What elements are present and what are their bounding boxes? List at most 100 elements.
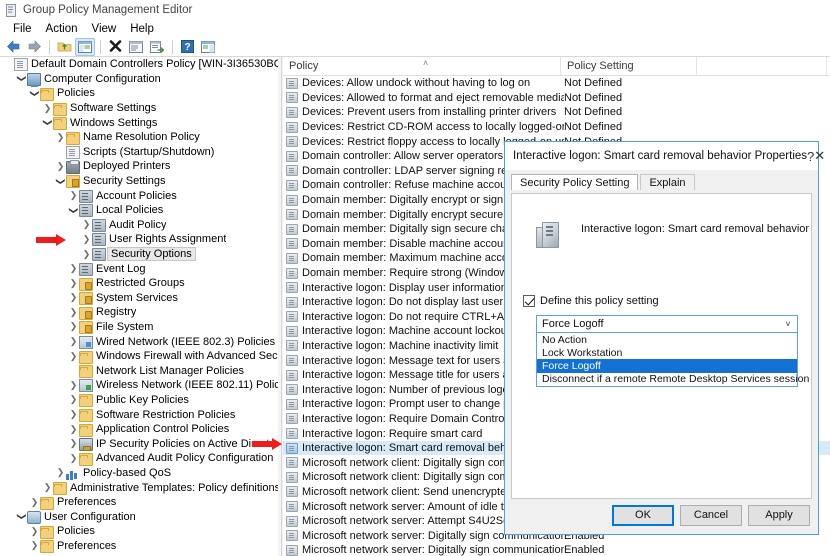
- table-row[interactable]: Microsoft network server: Digitally sign…: [283, 543, 830, 556]
- chevron-right-icon[interactable]: ❯: [68, 380, 79, 390]
- forward-arrow-icon[interactable]: [24, 38, 44, 56]
- dropdown-option[interactable]: Disconnect if a remote Remote Desktop Se…: [537, 373, 809, 386]
- chevron-down-icon[interactable]: ❯: [69, 205, 79, 216]
- tree-scrollbar[interactable]: [278, 57, 281, 556]
- removal-behavior-combobox[interactable]: Force Logoff ˅: [536, 315, 798, 333]
- console-tree-pane[interactable]: Default Domain Controllers Policy [WIN-3…: [0, 57, 282, 556]
- table-row[interactable]: Devices: Restrict CD-ROM access to local…: [283, 120, 830, 135]
- chevron-right-icon[interactable]: ❯: [29, 497, 40, 507]
- chevron-right-icon[interactable]: ❯: [68, 278, 79, 288]
- tree-item-software-settings[interactable]: ❯ Software Settings: [0, 101, 281, 116]
- chevron-right-icon[interactable]: ❯: [68, 337, 79, 346]
- tree-item-ip-security-policies-on-active-directory[interactable]: ❯IP Security Policies on Active Director…: [0, 436, 281, 451]
- chevron-right-icon[interactable]: ❯: [42, 103, 53, 113]
- chevron-right-icon[interactable]: ❯: [68, 453, 79, 463]
- chevron-right-icon[interactable]: ❯: [68, 322, 79, 331]
- tree-item-windows-settings[interactable]: ❯ Windows Settings: [0, 115, 281, 131]
- tree-item-security-settings[interactable]: ❯ Security Settings: [0, 174, 281, 189]
- tree-item-security-options[interactable]: ❯ Security Options: [0, 247, 281, 262]
- show-action-pane-icon[interactable]: [198, 38, 218, 56]
- policy-properties-dialog[interactable]: Interactive logon: Smart card removal be…: [504, 141, 825, 535]
- tree-item-account-policies[interactable]: ❯ Account Policies: [0, 188, 281, 203]
- show-hide-console-tree-icon[interactable]: [75, 37, 95, 56]
- chevron-right-icon[interactable]: ❯: [68, 395, 79, 404]
- ok-button[interactable]: OK: [612, 504, 674, 526]
- back-arrow-icon[interactable]: [3, 38, 23, 56]
- column-header-policy-setting[interactable]: Policy Setting: [561, 57, 697, 75]
- tree-item-name-resolution-policy[interactable]: ❯ Name Resolution Policy: [0, 130, 281, 145]
- tree-item-user-configuration[interactable]: ❯ User Configuration: [0, 509, 281, 524]
- dropdown-option[interactable]: No Action: [537, 333, 797, 346]
- help-icon[interactable]: ?: [177, 38, 197, 56]
- tree-item-policies[interactable]: ❯ Policies: [0, 86, 281, 101]
- chevron-right-icon[interactable]: ❯: [55, 468, 66, 477]
- define-policy-setting-checkbox[interactable]: Define this policy setting: [523, 295, 659, 307]
- tree-item-windows-firewall-with-advanced-security[interactable]: ❯ Windows Firewall with Advanced Security: [0, 349, 281, 364]
- chevron-down-icon[interactable]: ❯: [17, 73, 27, 84]
- chevron-right-icon[interactable]: ❯: [68, 293, 79, 302]
- chevron-right-icon[interactable]: ❯: [68, 424, 79, 434]
- table-row[interactable]: Devices: Prevent users from installing p…: [283, 105, 830, 120]
- apply-button[interactable]: Apply: [748, 504, 810, 526]
- tree-item-software-restriction-policies[interactable]: ❯ Software Restriction Policies: [0, 407, 281, 423]
- tree-item-restricted-groups[interactable]: ❯ Restricted Groups: [0, 276, 281, 291]
- menu-help[interactable]: Help: [123, 22, 161, 36]
- chevron-right-icon[interactable]: ❯: [55, 132, 66, 142]
- tree-item-event-log[interactable]: ❯ Event Log: [0, 261, 281, 276]
- chevron-right-icon[interactable]: ❯: [55, 161, 66, 171]
- cancel-button[interactable]: Cancel: [680, 504, 742, 526]
- tab-explain[interactable]: Explain: [640, 174, 695, 190]
- tree-item-scripts-startup-shutdown[interactable]: Scripts (Startup/Shutdown): [0, 145, 281, 160]
- tree-item-local-policies[interactable]: ❯ Local Policies: [0, 203, 281, 218]
- removal-behavior-dropdown-list[interactable]: No Action Lock Workstation Force Logoff Dis…: [536, 333, 809, 387]
- tree-item-public-key-policies[interactable]: ❯ Public Key Policies: [0, 393, 281, 408]
- checkbox-box[interactable]: [523, 295, 535, 307]
- help-question-icon[interactable]: ?: [807, 143, 814, 169]
- chevron-right-icon[interactable]: ❯: [42, 483, 53, 492]
- tree-item-policies[interactable]: ❯ Policies: [0, 524, 281, 539]
- tree-item-preferences[interactable]: ❯ Preferences: [0, 539, 281, 554]
- chevron-right-icon[interactable]: ❯: [68, 264, 79, 273]
- column-header-policy[interactable]: Policy ˄: [283, 57, 561, 75]
- menu-view[interactable]: View: [85, 22, 124, 36]
- column-header-empty[interactable]: [697, 57, 827, 75]
- tree-item-wired-network-ieee-802-3-policies[interactable]: ❯ Wired Network (IEEE 802.3) Policies: [0, 334, 281, 349]
- tree-item-policy-based-qos[interactable]: ❯ Policy-based QoS: [0, 466, 281, 481]
- chevron-down-icon[interactable]: ˅: [779, 319, 797, 329]
- tree-item-preferences[interactable]: ❯ Preferences: [0, 495, 281, 510]
- table-row[interactable]: Devices: Allowed to format and eject rem…: [283, 91, 830, 106]
- tree-item-deployed-printers[interactable]: ❯ Deployed Printers: [0, 159, 281, 174]
- chevron-right-icon[interactable]: ❯: [68, 191, 79, 200]
- menu-action[interactable]: Action: [39, 22, 85, 36]
- dropdown-option[interactable]: Force Logoff: [537, 359, 797, 373]
- tree-item-audit-policy[interactable]: ❯ Audit Policy: [0, 218, 281, 233]
- tree-item-wireless-network-ieee-802-11-policies[interactable]: ❯ Wireless Network (IEEE 802.11) Policies: [0, 378, 281, 393]
- dropdown-option[interactable]: Lock Workstation: [537, 346, 797, 359]
- chevron-down-icon[interactable]: ❯: [43, 117, 53, 128]
- tab-security-policy-setting[interactable]: Security Policy Setting: [511, 174, 639, 190]
- chevron-down-icon[interactable]: ❯: [17, 511, 27, 522]
- tree-item-file-system[interactable]: ❯ File System: [0, 320, 281, 335]
- chevron-down-icon[interactable]: ❯: [56, 176, 66, 187]
- tree-item-administrative-templates-policy-definiti[interactable]: ❯ Administrative Templates: Policy defini…: [0, 480, 281, 496]
- tree-item-default-domain-controllers-policy-win-3i[interactable]: Default Domain Controllers Policy [WIN-3…: [0, 57, 281, 72]
- tree-item-application-control-policies[interactable]: ❯ Application Control Policies: [0, 422, 281, 437]
- tree-item-computer-configuration[interactable]: ❯ Computer Configuration: [0, 72, 281, 87]
- tree-item-network-list-manager-policies[interactable]: Network List Manager Policies: [0, 363, 281, 379]
- chevron-right-icon[interactable]: ❯: [68, 410, 79, 419]
- chevron-right-icon[interactable]: ❯: [68, 439, 79, 448]
- delete-icon[interactable]: [105, 38, 125, 56]
- chevron-down-icon[interactable]: ❯: [30, 88, 40, 99]
- chevron-right-icon[interactable]: ❯: [29, 541, 40, 550]
- tree-item-system-services[interactable]: ❯ System Services: [0, 291, 281, 306]
- export-list-icon[interactable]: [147, 38, 167, 56]
- tree-item-advanced-audit-policy-configuration[interactable]: ❯ Advanced Audit Policy Configuration: [0, 451, 281, 466]
- chevron-right-icon[interactable]: ❯: [81, 234, 92, 244]
- menu-file[interactable]: File: [6, 22, 39, 36]
- chevron-right-icon[interactable]: ❯: [81, 220, 92, 229]
- close-icon[interactable]: ✕: [814, 143, 825, 169]
- up-folder-icon[interactable]: [54, 38, 74, 56]
- properties-icon[interactable]: [126, 38, 146, 56]
- chevron-right-icon[interactable]: ❯: [68, 307, 79, 317]
- table-row[interactable]: Devices: Allow undock without having to …: [283, 76, 830, 91]
